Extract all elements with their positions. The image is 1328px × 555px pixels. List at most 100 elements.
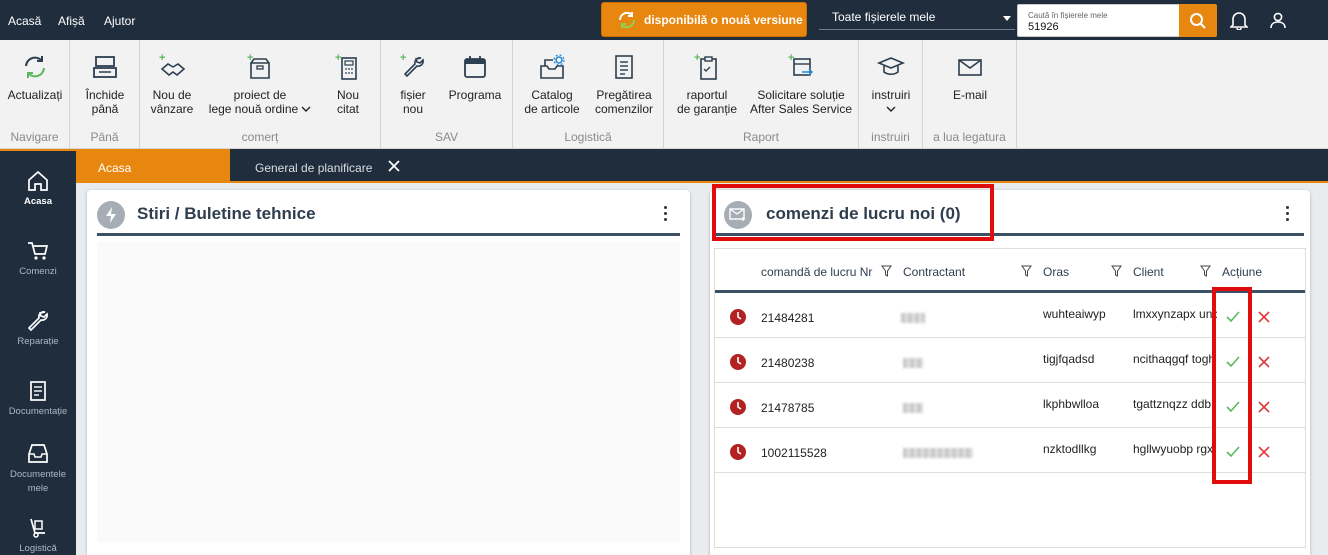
more-options-icon[interactable] [664, 206, 668, 224]
filter-icon[interactable] [881, 265, 892, 277]
box-icon: + [243, 50, 277, 84]
sidebar-label-reparatie: Reparație [17, 336, 59, 347]
reject-x-icon[interactable] [1258, 446, 1270, 458]
ribbon-group-instruiri: instruiri instruiri [859, 40, 923, 148]
cash-register-icon [88, 50, 122, 84]
svg-text:+: + [159, 52, 165, 64]
filter-icon[interactable] [1200, 265, 1211, 277]
cart-icon [26, 239, 50, 263]
cell-oras: lkphbwlloa [1043, 397, 1100, 411]
refresh-button[interactable]: Actualizați [6, 50, 64, 102]
sidebar-item-logistica[interactable]: Logistică [0, 516, 76, 554]
table-header: comandă de lucru Nr Contractant Oras Cli… [715, 249, 1305, 293]
mail-add-icon [724, 201, 752, 229]
email-label: E-mail [952, 88, 987, 102]
notifications-button[interactable] [1229, 10, 1249, 30]
new-order-project-label-1: proiect de [233, 88, 287, 102]
sidebar-label-comenzi: Comenzi [19, 266, 57, 277]
sidebar-item-documentatie[interactable]: Documentație [0, 379, 76, 417]
sidebar-item-reparatie[interactable]: Reparație [0, 309, 76, 347]
svg-text:+: + [400, 52, 406, 64]
sidebar-item-comenzi[interactable]: Comenzi [0, 239, 76, 277]
search-button[interactable] [1179, 4, 1217, 37]
svg-text:+: + [694, 52, 700, 64]
training-button[interactable]: instruiri [865, 50, 917, 116]
cell-contractant-redacted [903, 403, 923, 413]
col-header-oras[interactable]: Oras [1043, 265, 1069, 279]
news-panel: Stiri / Buletine tehnice [87, 190, 690, 555]
table-row[interactable]: 21478785 lkphbwlloa tgattznqzz ddb: [715, 383, 1305, 428]
new-file-label-1: fișier [400, 88, 426, 102]
hand-truck-icon [26, 516, 50, 540]
new-file-button[interactable]: + fișier nou [393, 50, 433, 116]
accept-check-icon[interactable] [1226, 446, 1240, 458]
tab-general-planificare[interactable]: General de planificare [255, 161, 372, 175]
after-sales-label-2: After Sales Service [749, 102, 853, 116]
after-sales-label-1: Solicitare soluție [757, 88, 845, 102]
new-quote-button[interactable]: + Nou citat [326, 50, 370, 116]
close-icon[interactable] [387, 159, 401, 173]
new-order-project-button[interactable]: + proiect de lege nouă ordine [204, 50, 316, 116]
tab-acasa[interactable]: Acasa [76, 149, 230, 183]
table-row[interactable]: 1002115528 nzktodllkg hgllwyuobp rgx [715, 428, 1305, 473]
reject-x-icon[interactable] [1258, 356, 1270, 368]
clock-icon [730, 309, 746, 325]
new-sale-label-2: vânzare [150, 102, 194, 116]
col-header-contractant[interactable]: Contractant [903, 265, 965, 279]
sidebar-item-documentele-mele[interactable]: Documentele mele [0, 441, 76, 496]
chevron-down-icon [1003, 16, 1011, 21]
order-prep-button[interactable]: Pregătirea comenzilor [593, 50, 655, 116]
col-header-nr[interactable]: comandă de lucru Nr [761, 265, 872, 279]
group-label-navigare: Navigare [10, 130, 59, 144]
new-version-button[interactable]: disponibilă o nouă versiune [601, 2, 807, 37]
files-scope-select[interactable]: Toate fișierele mele [819, 5, 1015, 30]
envelope-icon [953, 50, 987, 84]
menu-ajutor[interactable]: Ajutor [104, 14, 135, 28]
accept-check-icon[interactable] [1226, 356, 1240, 368]
menu-acasa[interactable]: Acasă [1, 14, 48, 43]
wrench-icon [26, 309, 50, 333]
new-sale-label-1: Nou de [152, 88, 192, 102]
more-options-icon[interactable] [1286, 206, 1290, 224]
cell-client: ncithaqgqf togh [1133, 352, 1216, 366]
clock-icon [730, 354, 746, 370]
search-value: 51926 [1028, 21, 1059, 33]
main-content: Stiri / Buletine tehnice comenzi de lucr… [76, 183, 1328, 555]
col-header-client[interactable]: Client [1133, 265, 1164, 279]
cell-nr: 21484281 [761, 311, 815, 325]
clipboard-check-icon: + [690, 50, 724, 84]
close-till-label-1: Închide [85, 88, 125, 102]
search-input[interactable]: Caută în fișierele mele 51926 [1017, 4, 1180, 37]
home-icon [26, 169, 50, 193]
wrench-icon: + [396, 50, 430, 84]
group-label-sav: SAV [434, 130, 459, 144]
warranty-report-button[interactable]: + raportul de garanție [674, 50, 740, 116]
email-button[interactable]: E-mail [945, 50, 995, 102]
group-label-logistica: Logistică [564, 130, 612, 144]
table-row[interactable]: 21484281 wuhteaiwyp lmxxynzapx unc [715, 293, 1305, 338]
new-sale-button[interactable]: + Nou de vânzare [146, 50, 198, 116]
catalog-button[interactable]: Catalog de articole [521, 50, 583, 116]
accept-check-icon[interactable] [1226, 311, 1240, 323]
cell-contractant-redacted [903, 448, 973, 458]
user-icon [1270, 12, 1286, 29]
reject-x-icon[interactable] [1258, 401, 1270, 413]
catalog-label-2: de articole [524, 102, 580, 116]
reject-x-icon[interactable] [1258, 311, 1270, 323]
accept-check-icon[interactable] [1226, 401, 1240, 413]
ribbon-group-logistica: Catalog de articole Pregătirea comenzilor … [513, 40, 664, 148]
table-row[interactable]: 21480238 tigjfqadsd ncithaqgqf togh [715, 338, 1305, 383]
after-sales-request-button[interactable]: + Solicitare soluție After Sales Service [750, 50, 852, 116]
schedule-button[interactable]: Programa [447, 50, 503, 102]
order-prep-label-1: Pregătirea [596, 88, 652, 102]
search-placeholder: Caută în fișierele mele [1028, 11, 1108, 20]
filter-icon[interactable] [1021, 265, 1032, 277]
training-label: instruiri [871, 88, 911, 102]
inbox-icon [26, 441, 50, 465]
close-till-button[interactable]: Închide până [78, 50, 132, 116]
ribbon: Actualizați Navigare Închide până Până + … [0, 40, 1328, 149]
user-button[interactable] [1268, 10, 1288, 30]
sidebar-item-acasa[interactable]: Acasa [0, 169, 76, 207]
filter-icon[interactable] [1111, 265, 1122, 277]
menu-afisa[interactable]: Afișă [58, 14, 85, 28]
